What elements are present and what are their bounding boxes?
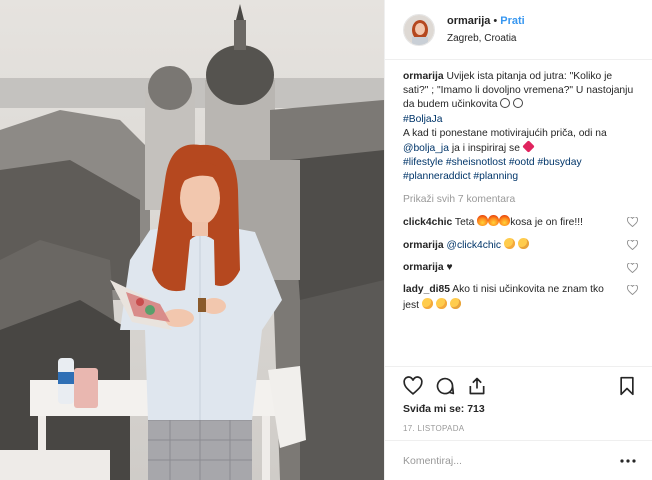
clock-emoji-icon	[513, 98, 524, 109]
caption-text-3: ja i inspiriraj se	[451, 143, 520, 155]
like-comment-heart-icon[interactable]	[627, 240, 638, 251]
comment-username[interactable]: ormarija	[403, 262, 444, 273]
follow-button[interactable]: Prati	[500, 15, 524, 27]
comment-text: ♥	[446, 262, 453, 274]
fire-emoji-icon	[499, 214, 511, 226]
caption-hashtags[interactable]: #lifestyle #sheisnotlost #ootd #busyday …	[403, 157, 582, 182]
caption: ormarija Uvijek ista pitanja od jutra: "…	[403, 70, 638, 185]
comment-icon[interactable]	[435, 376, 455, 396]
comment-username[interactable]: click4chic	[403, 217, 452, 228]
share-icon[interactable]	[467, 376, 487, 396]
action-bar	[385, 367, 652, 403]
smile-emoji-icon	[435, 297, 447, 309]
bookmark-icon[interactable]	[617, 376, 637, 396]
comment-username[interactable]: ormarija	[403, 240, 444, 251]
add-comment-bar: Komentiraj...	[385, 440, 652, 480]
fire-emoji-icon	[477, 214, 489, 226]
hashtag-bolja-ja[interactable]: #BoljaJa	[403, 114, 443, 125]
comment-mention[interactable]: @click4chic	[447, 240, 502, 251]
comment-text: Teta	[454, 216, 475, 228]
watch-emoji-icon	[500, 98, 511, 109]
post-detail-panel: ormarija • Prati Zagreb, Croatia ormarija …	[384, 0, 652, 480]
post-photo[interactable]	[0, 0, 384, 480]
fire-emoji-icon	[488, 214, 500, 226]
comment-item: ormarija ♥	[403, 261, 638, 275]
heart-icon[interactable]	[403, 376, 423, 396]
comment-text: kosa je on fire!!!	[510, 216, 583, 228]
mention-bolja-ja[interactable]: @bolja_ja	[403, 143, 449, 154]
heart-emoji-icon	[522, 140, 535, 153]
post-date: 17. LISTOPADA	[403, 424, 465, 433]
comment-item: lady_di85 Ako ti nisi učinkovita ne znam…	[403, 283, 638, 312]
location-link[interactable]: Zagreb, Croatia	[447, 31, 525, 46]
post-header: ormarija • Prati Zagreb, Croatia	[385, 0, 652, 60]
separator-dot: •	[493, 14, 498, 27]
avatar[interactable]	[403, 13, 435, 46]
like-comment-heart-icon[interactable]	[627, 216, 638, 227]
wink-emoji-icon	[449, 297, 461, 309]
view-all-comments-link[interactable]: Prikaži svih 7 komentara	[403, 193, 638, 207]
comments-list: ormarija Uvijek ista pitanja od jutra: "…	[403, 70, 638, 313]
more-icon[interactable]	[620, 458, 636, 463]
blush-emoji-icon	[421, 297, 433, 309]
comment-item: click4chic Teta kosa je on fire!!!	[403, 214, 638, 230]
comment-item: ormarija @click4chic	[403, 238, 638, 253]
like-comment-heart-icon[interactable]	[627, 263, 638, 274]
sweat-smile-emoji-icon	[503, 238, 515, 250]
like-comment-heart-icon[interactable]	[627, 285, 638, 296]
header-username[interactable]: ormarija	[447, 15, 490, 27]
wink-emoji-icon	[517, 238, 529, 250]
post-actions-section: Sviđa mi se: 713 17. LISTOPADA	[385, 366, 652, 433]
comment-input[interactable]: Komentiraj...	[403, 455, 462, 467]
caption-username[interactable]: ormarija	[403, 71, 444, 82]
caption-text-2: A kad ti ponestane motivirajućih priča, …	[403, 127, 607, 139]
likes-count[interactable]: Sviđa mi se: 713	[385, 403, 652, 415]
comment-username[interactable]: lady_di85	[403, 284, 450, 295]
